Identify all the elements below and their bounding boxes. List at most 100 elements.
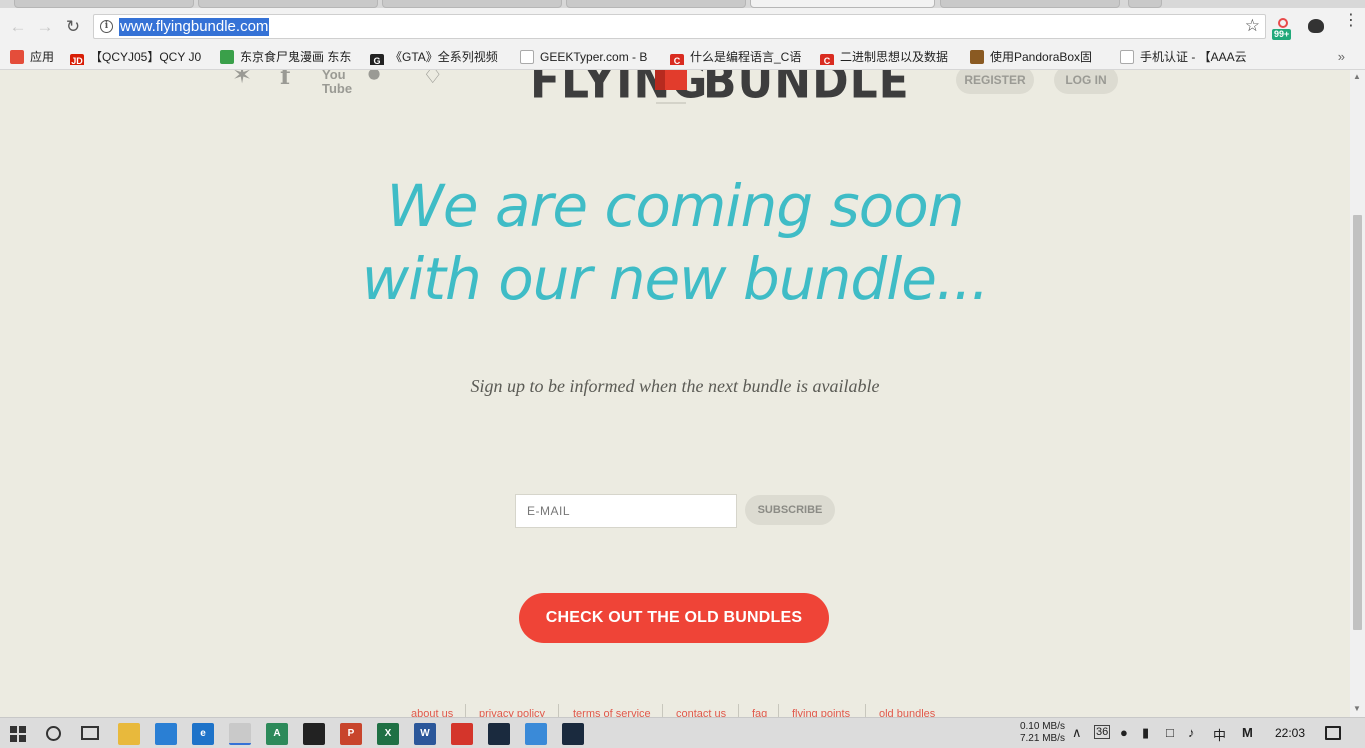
bookmarks-bar: 应用 JD 【QCYJ05】QCY J0 东京食尸鬼漫画 东东 G 《GTA》全系列… — [0, 44, 1365, 70]
footer-link-old-bundles[interactable]: old bundles — [879, 708, 935, 717]
address-bar[interactable]: i www.flyingbundle.com ☆ — [93, 14, 1266, 39]
headline-line-1: We are coming soon — [386, 172, 965, 240]
edge-icon[interactable]: e — [192, 723, 214, 745]
footer-link-about[interactable]: about us — [411, 708, 453, 717]
gta-icon: G — [370, 54, 384, 65]
browser-tab-active[interactable] — [750, 0, 935, 8]
steam-taskbar-icon[interactable] — [488, 723, 510, 745]
browser-tab[interactable] — [198, 0, 378, 8]
menu-icon[interactable]: ⋮ — [1343, 13, 1359, 36]
headline-line-2: with our new bundle... — [361, 245, 990, 313]
headline: We are coming soon with our new bundle..… — [360, 170, 990, 316]
show-hidden-icons-icon[interactable]: ∧ — [1072, 725, 1082, 741]
browser-tab[interactable] — [566, 0, 746, 8]
ime-indicator[interactable]: 中 — [1213, 725, 1226, 744]
network-speed: 0.10 MB/s 7.21 MB/s — [1013, 721, 1065, 745]
bookmark-label: 二进制思想以及数据 — [840, 50, 949, 64]
footer-divider — [558, 704, 559, 717]
twitter-icon[interactable]: ✶ — [232, 70, 252, 90]
old-bundles-button[interactable]: CHECK OUT THE OLD BUNDLES — [519, 593, 829, 643]
footer-link-flying-points[interactable]: flying points — [792, 708, 850, 717]
action-center-icon[interactable] — [1325, 726, 1341, 740]
subscribe-button[interactable]: SUBSCRIBE — [745, 495, 835, 525]
reload-icon[interactable]: ↻ — [63, 17, 83, 37]
bookmark-label: 《GTA》全系列视频 — [390, 50, 498, 64]
browser-tab[interactable] — [940, 0, 1120, 8]
bookmarks-overflow-icon[interactable]: » — [1338, 49, 1345, 64]
bookmark-apps[interactable]: 应用 — [10, 49, 68, 65]
steam-icon[interactable]: ⚫ — [364, 70, 384, 90]
browser-tab[interactable] — [382, 0, 562, 8]
logo-underline — [656, 102, 686, 104]
signup-subtext: Sign up to be informed when the next bun… — [470, 376, 880, 396]
qq-icon[interactable] — [303, 723, 325, 745]
bookmark-label: 使用PandoraBox固 — [990, 50, 1093, 64]
scroll-up-icon[interactable]: ▲ — [1353, 72, 1361, 81]
new-tab-button[interactable] — [1128, 0, 1162, 8]
humble-icon[interactable]: ♢ — [422, 70, 444, 90]
store-icon[interactable] — [155, 723, 177, 745]
profile-icon[interactable] — [1308, 19, 1324, 33]
url-text[interactable]: www.flyingbundle.com — [119, 18, 270, 36]
bookmark-label: 应用 — [30, 50, 55, 64]
clock[interactable]: 22:03 — [1275, 726, 1305, 740]
facebook-icon[interactable]: f — [280, 70, 290, 90]
footer-divider — [778, 704, 779, 717]
bookmark-star-icon[interactable]: ☆ — [1245, 16, 1260, 36]
excel-icon[interactable]: X — [377, 723, 399, 745]
scroll-down-icon[interactable]: ▼ — [1353, 704, 1361, 713]
network-icon[interactable]: □ — [1166, 725, 1174, 740]
browser-toolbar: ← → ↻ i www.flyingbundle.com ☆ ⋮ — [0, 8, 1365, 44]
footer-link-contact[interactable]: contact us — [676, 708, 726, 717]
bookmark-item[interactable]: 使用PandoraBox固 — [970, 49, 1112, 65]
netease-music-icon[interactable] — [451, 723, 473, 745]
login-button[interactable]: LOG IN — [1054, 70, 1118, 94]
page-scrollbar[interactable]: ▲ ▼ — [1350, 70, 1365, 717]
forward-icon[interactable]: → — [35, 17, 55, 37]
bookmark-label: 什么是编程语言_C语 — [690, 50, 802, 64]
email-input[interactable] — [515, 494, 737, 528]
page-icon — [1120, 50, 1134, 64]
footer-link-faq[interactable]: faq — [752, 708, 767, 717]
jd-icon: JD — [70, 54, 84, 65]
powerpoint-icon[interactable]: P — [340, 723, 362, 745]
footer-divider — [865, 704, 866, 717]
cortana-search-icon[interactable] — [46, 726, 61, 741]
qq-tray-icon[interactable]: ● — [1120, 725, 1128, 740]
footer-link-terms[interactable]: terms of service — [573, 708, 651, 717]
app-bird-icon[interactable] — [525, 723, 547, 745]
windows-taskbar: e A P X W 0.10 MB/s 7.21 MB/s ∧ 36 ● ▮ □… — [0, 717, 1365, 748]
footer-link-privacy[interactable]: privacy policy — [479, 708, 545, 717]
word-icon[interactable]: W — [414, 723, 436, 745]
volume-icon[interactable]: ♪ — [1188, 725, 1195, 740]
bookmark-item[interactable]: G 《GTA》全系列视频 — [370, 49, 512, 65]
bookmark-item[interactable]: 东京食尸鬼漫画 东东 — [220, 49, 362, 65]
footer-divider — [738, 704, 739, 717]
bookmark-item[interactable]: C 二进制思想以及数据 — [820, 49, 962, 65]
register-button[interactable]: REGISTER — [956, 70, 1034, 94]
gmail-icon[interactable]: M — [1242, 725, 1253, 740]
apps-grid-icon — [10, 50, 24, 64]
app-icon[interactable]: A — [266, 723, 288, 745]
bookmark-item[interactable]: 手机认证 - 【AAA云 — [1120, 49, 1262, 65]
back-icon[interactable]: ← — [8, 17, 28, 37]
bookmark-item[interactable]: GEEKTyper.com - B — [520, 49, 662, 65]
scroll-thumb[interactable] — [1353, 215, 1362, 630]
logo-text-bundle[interactable]: BUNDLE — [703, 70, 910, 110]
chrome-icon[interactable] — [229, 723, 251, 745]
file-explorer-icon[interactable] — [118, 723, 140, 745]
bookmark-label: 【QCYJ05】QCY J0 — [90, 50, 202, 64]
steam-taskbar-icon-2[interactable] — [562, 723, 584, 745]
bookmark-item[interactable]: JD 【QCYJ05】QCY J0 — [70, 49, 212, 65]
info-icon[interactable]: i — [100, 20, 113, 33]
tray-app-badge[interactable]: 36 — [1094, 725, 1111, 739]
tab-strip — [0, 0, 1365, 8]
bookmark-label: GEEKTyper.com - B — [540, 50, 648, 64]
footer-divider — [662, 704, 663, 717]
windows-start-icon[interactable] — [10, 726, 26, 742]
battery-icon[interactable]: ▮ — [1142, 725, 1149, 741]
youtube-icon[interactable]: You Tube — [322, 70, 352, 96]
browser-tab[interactable] — [14, 0, 194, 8]
bookmark-item[interactable]: C 什么是编程语言_C语 — [670, 49, 812, 65]
task-view-icon[interactable] — [81, 726, 99, 740]
